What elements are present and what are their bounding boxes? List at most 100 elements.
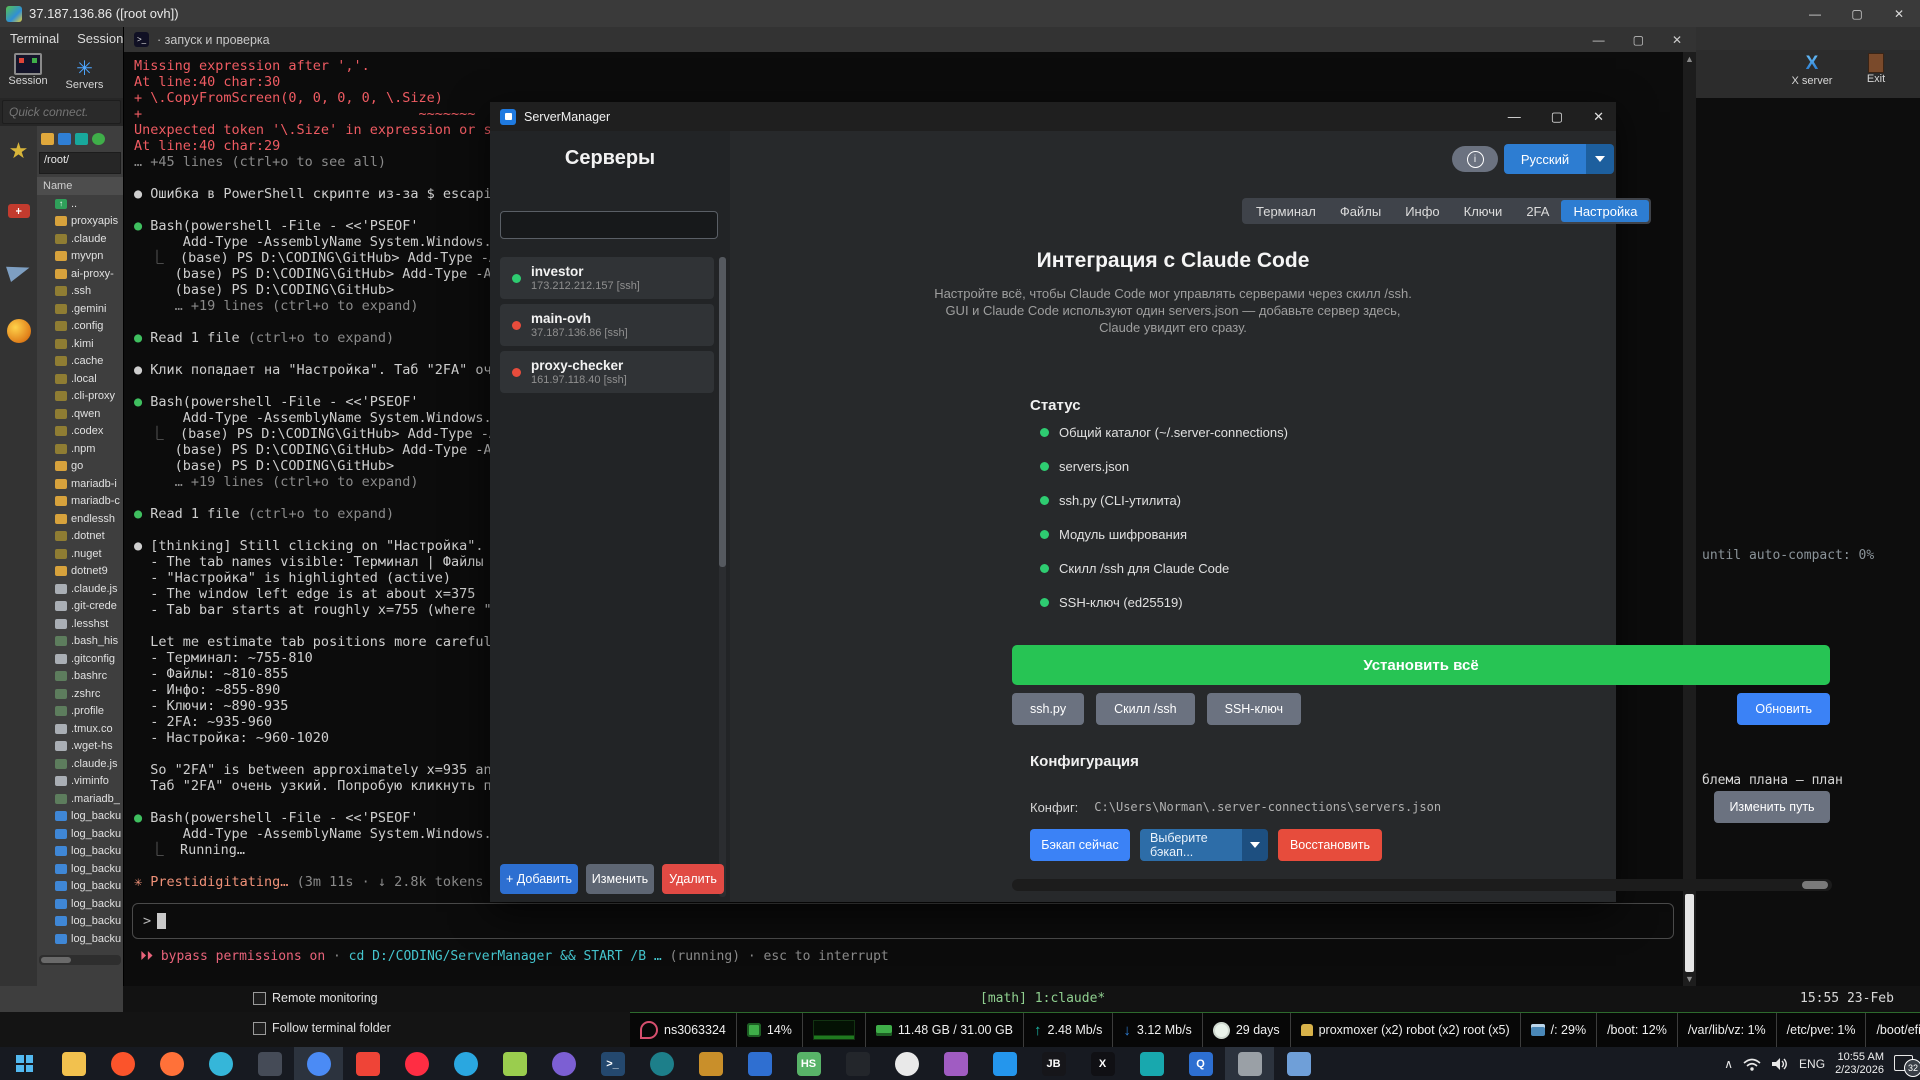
taskbar-app-viber[interactable] <box>539 1047 588 1080</box>
language-value[interactable]: Русский <box>1504 144 1586 174</box>
file-row[interactable]: .profile <box>37 703 123 721</box>
menu-sessions[interactable]: Sessions <box>77 31 130 46</box>
taskbar-app-file-explorer[interactable] <box>49 1047 98 1080</box>
taskbar-app-tor-browser[interactable] <box>245 1047 294 1080</box>
server-list-item[interactable]: investor173.212.212.157 [ssh] <box>500 257 714 299</box>
file-row[interactable]: proxyapis <box>37 213 123 231</box>
file-row[interactable]: .viminfo <box>37 773 123 791</box>
file-row[interactable]: .local <box>37 370 123 388</box>
scroll-down-icon[interactable]: ▼ <box>1683 974 1696 984</box>
horizontal-scrollbar[interactable] <box>1012 879 1832 891</box>
taskbar-app-obs[interactable] <box>637 1047 686 1080</box>
minimize-icon[interactable]: — <box>1508 109 1521 124</box>
file-row[interactable]: ↑.. <box>37 195 123 213</box>
taskbar-app-opera[interactable] <box>392 1047 441 1080</box>
taskbar-app-firefox[interactable] <box>147 1047 196 1080</box>
file-row[interactable]: .lesshst <box>37 615 123 633</box>
tab-терминал[interactable]: Терминал <box>1244 200 1328 222</box>
scrollbar-thumb[interactable] <box>1802 881 1828 889</box>
file-row[interactable]: endlessh <box>37 510 123 528</box>
maximize-icon[interactable]: ▢ <box>1633 33 1644 47</box>
notifications-button[interactable]: 32 <box>1894 1055 1916 1073</box>
exit-button[interactable]: Exit <box>1850 53 1902 85</box>
change-path-button[interactable]: Изменить путь <box>1714 791 1830 823</box>
info-button[interactable]: i <box>1452 146 1498 172</box>
file-row[interactable]: .ssh <box>37 283 123 301</box>
scroll-up-icon[interactable]: ▲ <box>1683 54 1696 64</box>
file-row[interactable]: dotnet9 <box>37 563 123 581</box>
file-row[interactable]: .zshrc <box>37 685 123 703</box>
file-row[interactable]: .claude.js <box>37 755 123 773</box>
tab-файлы[interactable]: Файлы <box>1328 200 1393 222</box>
session-button[interactable]: Session <box>2 53 54 87</box>
file-row[interactable]: .bashrc <box>37 668 123 686</box>
taskbar-app-windows-terminal[interactable]: >_ <box>588 1047 637 1080</box>
files-column-header[interactable]: Name <box>37 177 123 195</box>
taskbar-app-anydesk[interactable] <box>343 1047 392 1080</box>
favorites-star-icon[interactable]: ★ <box>6 138 32 164</box>
file-row[interactable]: log_backu <box>37 930 123 948</box>
follow-terminal-checkbox[interactable]: Follow terminal folder <box>253 1021 391 1035</box>
x-server-button[interactable]: X X server <box>1786 53 1838 87</box>
terminal-scrollbar[interactable]: ▲ ▼ <box>1683 52 1696 986</box>
file-row[interactable]: .npm <box>37 440 123 458</box>
scrollbar-thumb[interactable] <box>1685 894 1694 972</box>
file-row[interactable]: log_backu <box>37 825 123 843</box>
server-list-item[interactable]: proxy-checker161.97.118.40 [ssh] <box>500 351 714 393</box>
file-row[interactable]: .codex <box>37 423 123 441</box>
servermanager-titlebar[interactable]: ServerManager <box>490 102 1616 131</box>
server-list-scrollbar[interactable] <box>719 257 726 897</box>
taskbar-app-paint-app[interactable] <box>1274 1047 1323 1080</box>
file-row[interactable]: .gitconfig <box>37 650 123 668</box>
delete-server-button[interactable]: Удалить <box>662 864 724 894</box>
wifi-icon[interactable] <box>1743 1057 1761 1071</box>
keyboard-language[interactable]: ENG <box>1799 1057 1825 1071</box>
file-row[interactable]: .cache <box>37 353 123 371</box>
file-row[interactable]: log_backu <box>37 860 123 878</box>
path-input[interactable]: /root/ <box>39 152 121 174</box>
file-row[interactable]: .bash_his <box>37 633 123 651</box>
taskbar-app-media-app[interactable] <box>931 1047 980 1080</box>
scrollbar-thumb[interactable] <box>719 257 726 567</box>
claude-input-box[interactable]: > <box>132 903 1674 939</box>
file-row[interactable]: .gemini <box>37 300 123 318</box>
file-row[interactable]: log_backu <box>37 808 123 826</box>
file-row[interactable]: .claude.js <box>37 580 123 598</box>
upload-icon[interactable] <box>75 133 88 145</box>
tray-overflow-chevron-icon[interactable]: ∧ <box>1724 1057 1733 1071</box>
backup-select[interactable]: Выберите бэкап... <box>1140 829 1268 861</box>
maximize-icon[interactable]: ▢ <box>1836 0 1878 27</box>
file-row[interactable]: .dotnet <box>37 528 123 546</box>
taskbar-app-brave-browser[interactable] <box>98 1047 147 1080</box>
file-row[interactable]: .nuget <box>37 545 123 563</box>
volume-icon[interactable] <box>1771 1057 1789 1071</box>
maximize-icon[interactable]: ▢ <box>1551 109 1563 125</box>
file-row[interactable]: log_backu <box>37 913 123 931</box>
close-icon[interactable]: ✕ <box>1878 0 1920 27</box>
taskbar-app-docker[interactable] <box>980 1047 1029 1080</box>
close-icon[interactable]: ✕ <box>1672 33 1682 47</box>
file-row[interactable]: log_backu <box>37 895 123 913</box>
close-icon[interactable]: ✕ <box>1593 109 1604 125</box>
file-row[interactable]: .mariadb_ <box>37 790 123 808</box>
taskbar-app-dark-app[interactable] <box>833 1047 882 1080</box>
file-row[interactable]: go <box>37 458 123 476</box>
taskbar-app-sharex[interactable] <box>1127 1047 1176 1080</box>
sshpy-button[interactable]: ssh.py <box>1012 693 1084 725</box>
tools-knife-icon[interactable] <box>6 198 32 224</box>
taskbar-app-notepad-plus[interactable] <box>490 1047 539 1080</box>
tab-2fa[interactable]: 2FA <box>1514 200 1561 222</box>
taskbar-app-jetbrains[interactable]: JB <box>1029 1047 1078 1080</box>
file-row[interactable]: .kimi <box>37 335 123 353</box>
install-all-button[interactable]: Установить всё <box>1012 645 1830 685</box>
start-button[interactable] <box>0 1047 49 1080</box>
file-row[interactable]: mariadb-i <box>37 475 123 493</box>
file-row[interactable]: .cli-proxy <box>37 388 123 406</box>
menu-terminal[interactable]: Terminal <box>10 31 59 46</box>
file-row[interactable]: .qwen <box>37 405 123 423</box>
skill-ssh-button[interactable]: Скилл /ssh <box>1096 693 1194 725</box>
tab-ключи[interactable]: Ключи <box>1452 200 1515 222</box>
server-search-input[interactable] <box>500 211 718 239</box>
taskbar-app-white-app[interactable] <box>882 1047 931 1080</box>
file-panel-hscrollbar[interactable] <box>39 955 121 965</box>
